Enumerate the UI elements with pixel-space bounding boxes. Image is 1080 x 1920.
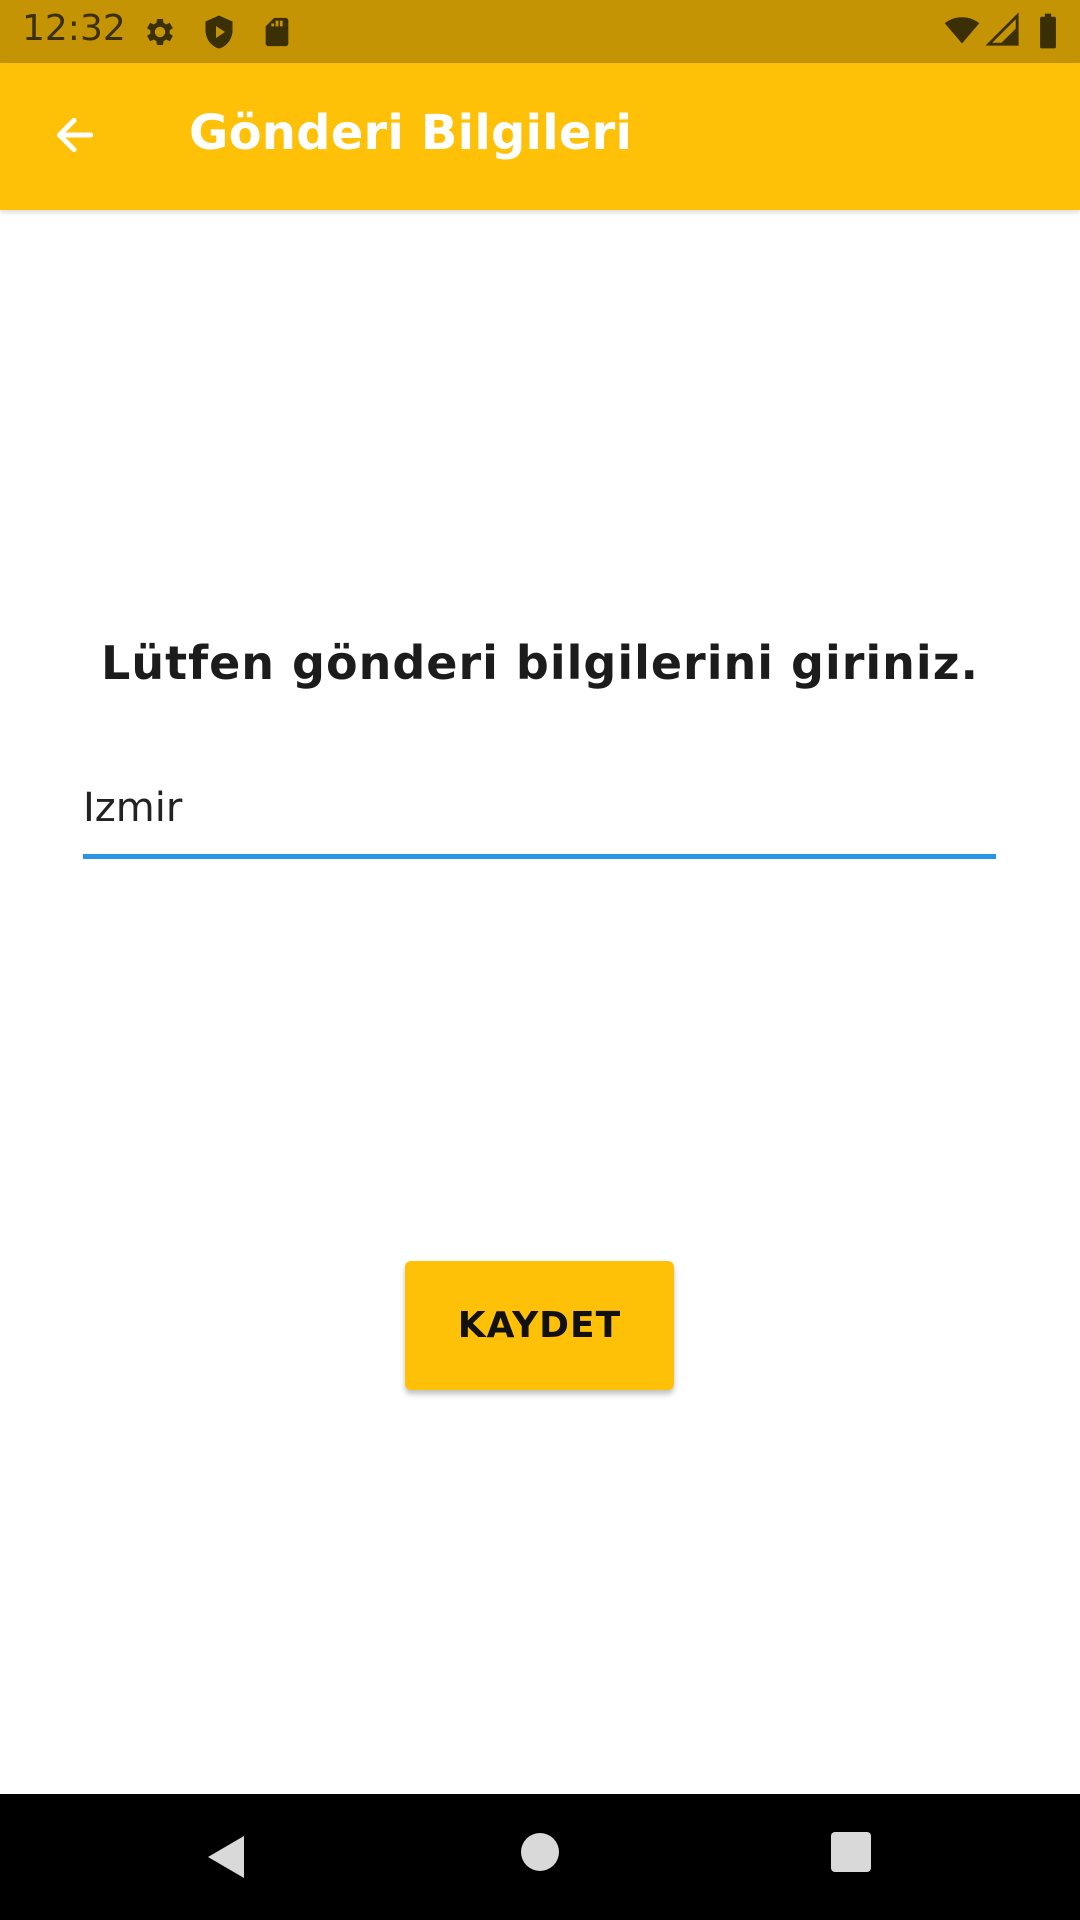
- app-bar: Gönderi Bilgileri: [0, 63, 1080, 210]
- sd-card-icon: [260, 14, 294, 50]
- save-button[interactable]: KAYDET: [405, 1261, 674, 1390]
- input-underline: [83, 854, 996, 859]
- recents-square-icon[interactable]: [830, 1831, 872, 1877]
- shield-play-icon: [201, 14, 237, 50]
- gear-icon: [142, 14, 178, 50]
- battery-icon: [1036, 12, 1060, 50]
- city-field: [83, 762, 996, 862]
- page-title: Gönderi Bilgileri: [189, 105, 633, 161]
- back-button[interactable]: [38, 101, 110, 173]
- form-prompt: Lütfen gönderi bilgilerini giriniz.: [101, 636, 979, 690]
- status-time: 12:32: [22, 8, 126, 49]
- status-bar: 12:32: [0, 0, 1080, 63]
- navigation-bar: [0, 1794, 1080, 1920]
- back-triangle-icon[interactable]: [204, 1834, 248, 1884]
- signal-icon: [986, 12, 1020, 48]
- home-circle-icon[interactable]: [519, 1831, 561, 1877]
- wifi-icon: [942, 12, 982, 48]
- city-input[interactable]: [83, 762, 996, 854]
- arrow-back-icon: [49, 110, 99, 164]
